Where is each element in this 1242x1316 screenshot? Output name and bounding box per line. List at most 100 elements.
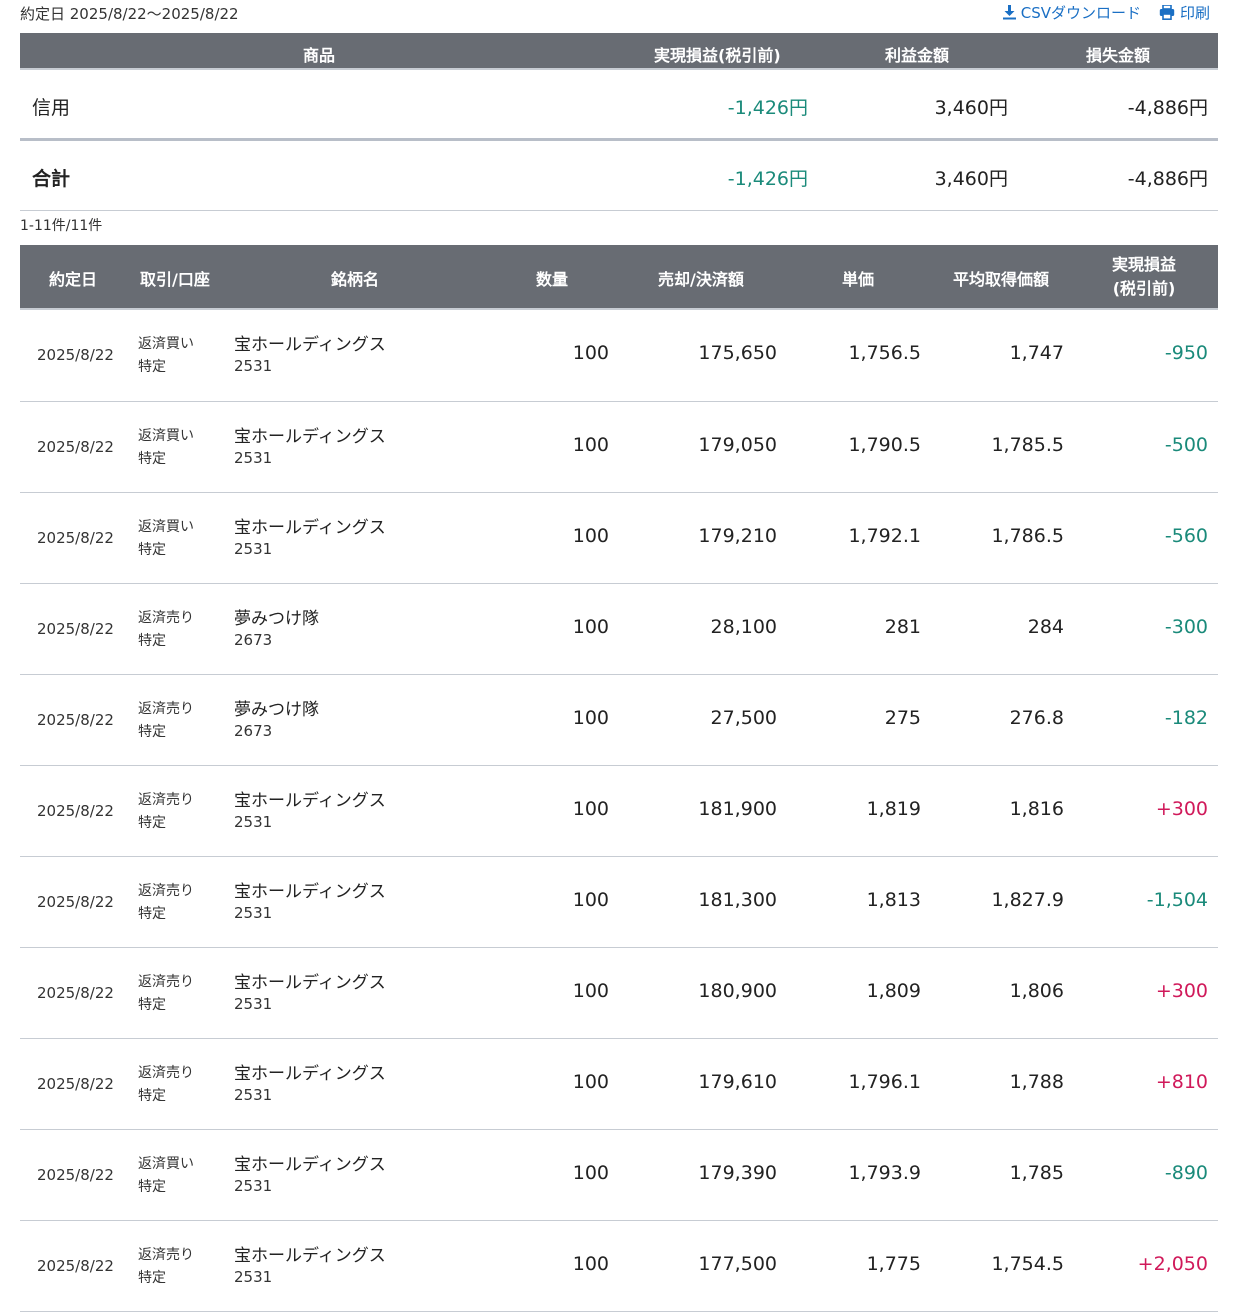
col-qty: 数量 (536, 270, 569, 289)
row-date: 2025/8/22 (37, 620, 114, 638)
table-row: 2025/8/22 返済売り 特定 宝ホールディングス 2531 100 180,900 1,… (20, 947, 1218, 1038)
table-row: 2025/8/22 返済買い 特定 宝ホールディングス 2531 100 175,650 1,… (20, 310, 1218, 401)
row-avg-cost: 1,785.5 (991, 434, 1064, 456)
row-quantity: 100 (572, 889, 609, 911)
summary-realized: -1,426円 (727, 97, 808, 119)
row-quantity: 100 (572, 1071, 609, 1093)
row-stock-code: 2673 (234, 722, 273, 740)
row-amount: 179,210 (698, 525, 777, 547)
result-count: 1-11件/11件 (20, 218, 103, 234)
summary-col-loss: 損失金額 (1086, 46, 1151, 65)
row-stock-name: 夢みつけ隊 (234, 609, 319, 629)
summary-row-credit: 信用 -1,426円 3,460円 -4,886円 (20, 70, 1218, 141)
row-account: 特定 (138, 1088, 166, 1104)
row-avg-cost: 1,754.5 (991, 1253, 1064, 1275)
row-stock-name: 宝ホールディングス (234, 1246, 386, 1266)
row-unit-price: 1,756.5 (848, 342, 921, 364)
row-unit-price: 1,809 (866, 980, 921, 1002)
row-trade-type: 返済売り (138, 701, 194, 717)
print-link[interactable]: 印刷 (1159, 2, 1210, 23)
col-type: 取引/口座 (140, 270, 210, 289)
row-stock-name: 宝ホールディングス (234, 427, 386, 447)
row-trade-type: 返済買い (138, 1156, 194, 1172)
row-stock-code: 2531 (234, 540, 273, 558)
print-label: 印刷 (1179, 4, 1210, 22)
row-stock-name: 宝ホールディングス (234, 973, 386, 993)
row-quantity: 100 (572, 1162, 609, 1184)
row-avg-cost: 1,747 (1009, 342, 1064, 364)
row-unit-price: 1,819 (866, 798, 921, 820)
row-avg-cost: 276.8 (1009, 707, 1064, 729)
row-stock-code: 2531 (234, 995, 273, 1013)
row-realized-pl: -182 (1164, 707, 1208, 729)
row-realized-pl: +300 (1155, 798, 1208, 820)
col-date: 約定日 (49, 270, 98, 289)
table-row: 2025/8/22 返済買い 特定 宝ホールディングス 2531 100 179,210 1,… (20, 492, 1218, 583)
row-quantity: 100 (572, 707, 609, 729)
total-loss: -4,886円 (1127, 168, 1208, 190)
row-unit-price: 1,796.1 (848, 1071, 921, 1093)
row-stock-code: 2531 (234, 1268, 273, 1286)
row-account: 特定 (138, 359, 166, 375)
download-icon (1002, 5, 1016, 20)
summary-table: 商品 実現損益(税引前) 利益金額 損失金額 信用 -1,426円 3,460円… (20, 33, 1218, 211)
row-quantity: 100 (572, 1253, 609, 1275)
row-stock-name: 宝ホールディングス (234, 791, 386, 811)
detail-header: 約定日 取引/口座 銘柄名 数量 売却/決済額 単価 平均取得価額 実現損益 (… (20, 245, 1218, 308)
actions: CSVダウンロード 印刷 (1002, 2, 1210, 23)
col-pl: 実現損益 (税引前) (1112, 253, 1176, 301)
row-date: 2025/8/22 (37, 529, 114, 547)
detail-table: 約定日 取引/口座 銘柄名 数量 売却/決済額 単価 平均取得価額 実現損益 (… (20, 245, 1218, 1312)
row-trade-type: 返済買い (138, 336, 194, 352)
csv-download-link[interactable]: CSVダウンロード (1002, 2, 1141, 23)
row-stock-name: 宝ホールディングス (234, 1155, 386, 1175)
row-stock-code: 2531 (234, 813, 273, 831)
row-date: 2025/8/22 (37, 893, 114, 911)
row-realized-pl: -890 (1164, 1162, 1208, 1184)
summary-profit: 3,460円 (934, 97, 1008, 119)
row-date: 2025/8/22 (37, 1075, 114, 1093)
row-avg-cost: 284 (1027, 616, 1064, 638)
row-date: 2025/8/22 (37, 984, 114, 1002)
row-quantity: 100 (572, 616, 609, 638)
row-stock-name: 宝ホールディングス (234, 518, 386, 538)
table-row: 2025/8/22 返済売り 特定 夢みつけ隊 2673 100 27,500 275 276.… (20, 674, 1218, 765)
total-profit: 3,460円 (934, 168, 1008, 190)
row-account: 特定 (138, 906, 166, 922)
summary-header: 商品 実現損益(税引前) 利益金額 損失金額 (20, 33, 1218, 70)
row-amount: 179,610 (698, 1071, 777, 1093)
row-account: 特定 (138, 1179, 166, 1195)
row-stock-code: 2531 (234, 449, 273, 467)
table-row: 2025/8/22 返済売り 特定 夢みつけ隊 2673 100 28,100 281 284 -… (20, 583, 1218, 674)
row-stock-name: 宝ホールディングス (234, 335, 386, 355)
row-trade-type: 返済売り (138, 883, 194, 899)
table-row: 2025/8/22 返済買い 特定 宝ホールディングス 2531 100 179,390 1,… (20, 1129, 1218, 1220)
row-account: 特定 (138, 542, 166, 558)
row-stock-code: 2531 (234, 1086, 273, 1104)
row-unit-price: 1,792.1 (848, 525, 921, 547)
row-stock-code: 2531 (234, 357, 273, 375)
row-avg-cost: 1,806 (1009, 980, 1064, 1002)
row-unit-price: 1,793.9 (848, 1162, 921, 1184)
row-realized-pl: -500 (1164, 434, 1208, 456)
date-range: 約定日 2025/8/22〜2025/8/22 (20, 5, 239, 23)
summary-col-profit: 利益金額 (885, 46, 950, 65)
row-date: 2025/8/22 (37, 346, 114, 364)
row-stock-name: 宝ホールディングス (234, 882, 386, 902)
row-trade-type: 返済売り (138, 1065, 194, 1081)
row-unit-price: 275 (884, 707, 921, 729)
row-trade-type: 返済売り (138, 610, 194, 626)
row-quantity: 100 (572, 434, 609, 456)
row-stock-code: 2531 (234, 1177, 273, 1195)
table-row: 2025/8/22 返済売り 特定 宝ホールディングス 2531 100 179,610 1,… (20, 1038, 1218, 1129)
row-account: 特定 (138, 451, 166, 467)
row-quantity: 100 (572, 798, 609, 820)
row-date: 2025/8/22 (37, 1166, 114, 1184)
row-unit-price: 1,775 (866, 1253, 921, 1275)
row-realized-pl: +2,050 (1137, 1253, 1208, 1275)
row-amount: 175,650 (698, 342, 777, 364)
col-avg: 平均取得価額 (953, 270, 1050, 289)
row-amount: 27,500 (710, 707, 777, 729)
row-realized-pl: -950 (1164, 342, 1208, 364)
row-stock-code: 2673 (234, 631, 273, 649)
